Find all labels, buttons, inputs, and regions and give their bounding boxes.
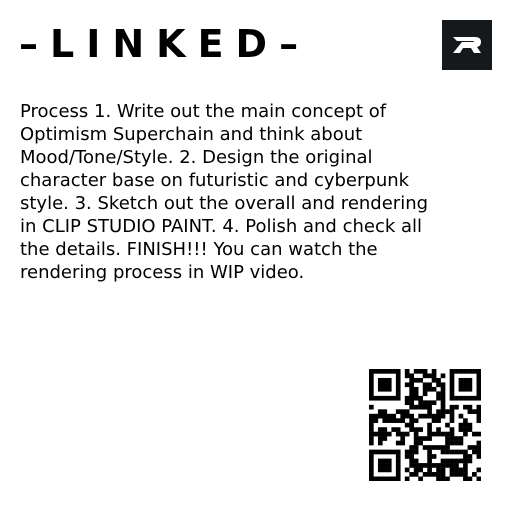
brand-logo-icon: [442, 20, 492, 70]
page-title: –LINKED–: [19, 22, 311, 66]
process-description: Process 1. Write out the main concept of…: [20, 101, 429, 283]
qr-code-icon: [369, 369, 481, 481]
